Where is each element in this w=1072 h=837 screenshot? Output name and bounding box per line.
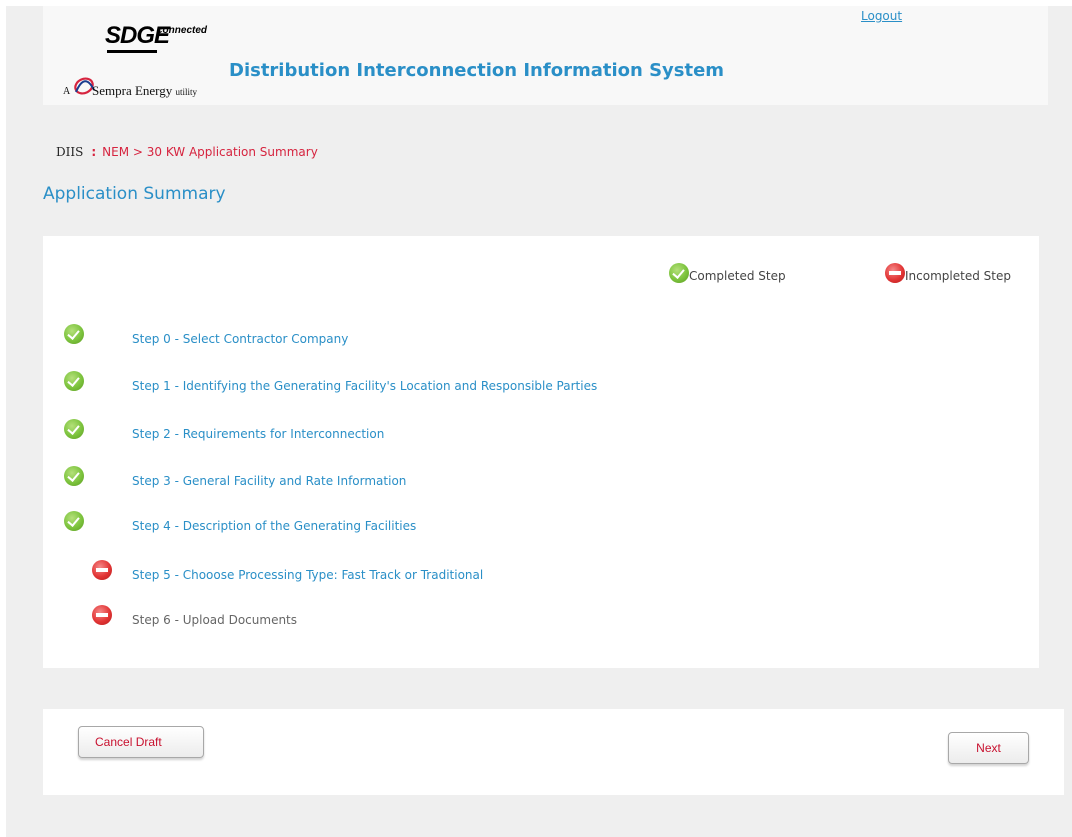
step-row-0: Step 0 - Select Contractor Company <box>43 324 1039 350</box>
step-link-4[interactable]: Step 4 - Description of the Generating F… <box>132 519 416 533</box>
breadcrumb-separator: : <box>91 145 97 159</box>
logout-link[interactable]: Logout <box>861 9 902 23</box>
step-row-4: Step 4 - Description of the Generating F… <box>43 511 1039 537</box>
incompleted-minus-icon <box>92 560 112 580</box>
completed-check-icon <box>64 419 84 439</box>
logo-superscript: connected <box>157 25 208 36</box>
cancel-draft-button[interactable]: Cancel Draft <box>78 726 204 758</box>
completed-check-icon <box>64 371 84 391</box>
step-row-1: Step 1 - Identifying the Generating Faci… <box>43 371 1039 397</box>
tagline-prefix: A <box>63 86 71 97</box>
breadcrumb: DIIS: NEM > 30 KW Application Summary <box>56 145 318 159</box>
step-link-5[interactable]: Step 5 - Chooose Processing Type: Fast T… <box>132 568 483 582</box>
breadcrumb-current: NEM > 30 KW Application Summary <box>102 145 318 159</box>
step-row-5: Step 5 - Chooose Processing Type: Fast T… <box>43 560 1039 586</box>
legend-completed: Completed Step <box>669 263 786 283</box>
header: SDGE connected A Sempra Energy utility D… <box>43 6 1048 105</box>
step-link-1[interactable]: Step 1 - Identifying the Generating Faci… <box>132 379 597 393</box>
step-label-6: Step 6 - Upload Documents <box>132 613 298 627</box>
incompleted-minus-icon <box>92 605 112 625</box>
application-summary-panel: Completed Step Incompleted Step Step 0 -… <box>43 236 1039 668</box>
legend-completed-label: Completed Step <box>689 269 786 283</box>
page-title: Application Summary <box>43 184 226 204</box>
step-link-3[interactable]: Step 3 - General Facility and Rate Infor… <box>132 474 406 488</box>
completed-check-icon <box>669 263 689 283</box>
step-row-6: Step 6 - Upload Documents <box>43 605 1039 631</box>
step-row-3: Step 3 - General Facility and Rate Infor… <box>43 466 1039 492</box>
next-button[interactable]: Next <box>948 732 1029 764</box>
tagline-suffix: utility <box>175 87 198 97</box>
step-link-0[interactable]: Step 0 - Select Contractor Company <box>132 332 348 346</box>
step-link-2[interactable]: Step 2 - Requirements for Interconnectio… <box>132 427 384 441</box>
legend-incompleted-label: Incompleted Step <box>905 269 1011 283</box>
legend-incompleted: Incompleted Step <box>885 263 1011 283</box>
logo-underline <box>107 50 157 53</box>
breadcrumb-root[interactable]: DIIS <box>56 145 83 159</box>
completed-check-icon <box>64 466 84 486</box>
completed-check-icon <box>64 324 84 344</box>
completed-check-icon <box>64 511 84 531</box>
incompleted-minus-icon <box>885 263 905 283</box>
app-title: Distribution Interconnection Information… <box>229 60 725 81</box>
tagline-text: Sempra Energy <box>92 83 173 98</box>
sdge-logo: SDGE connected A Sempra Energy utility <box>63 16 233 99</box>
tagline: Sempra Energy utility <box>92 83 197 99</box>
action-bar: Cancel Draft Next <box>43 709 1064 795</box>
step-row-2: Step 2 - Requirements for Interconnectio… <box>43 419 1039 445</box>
